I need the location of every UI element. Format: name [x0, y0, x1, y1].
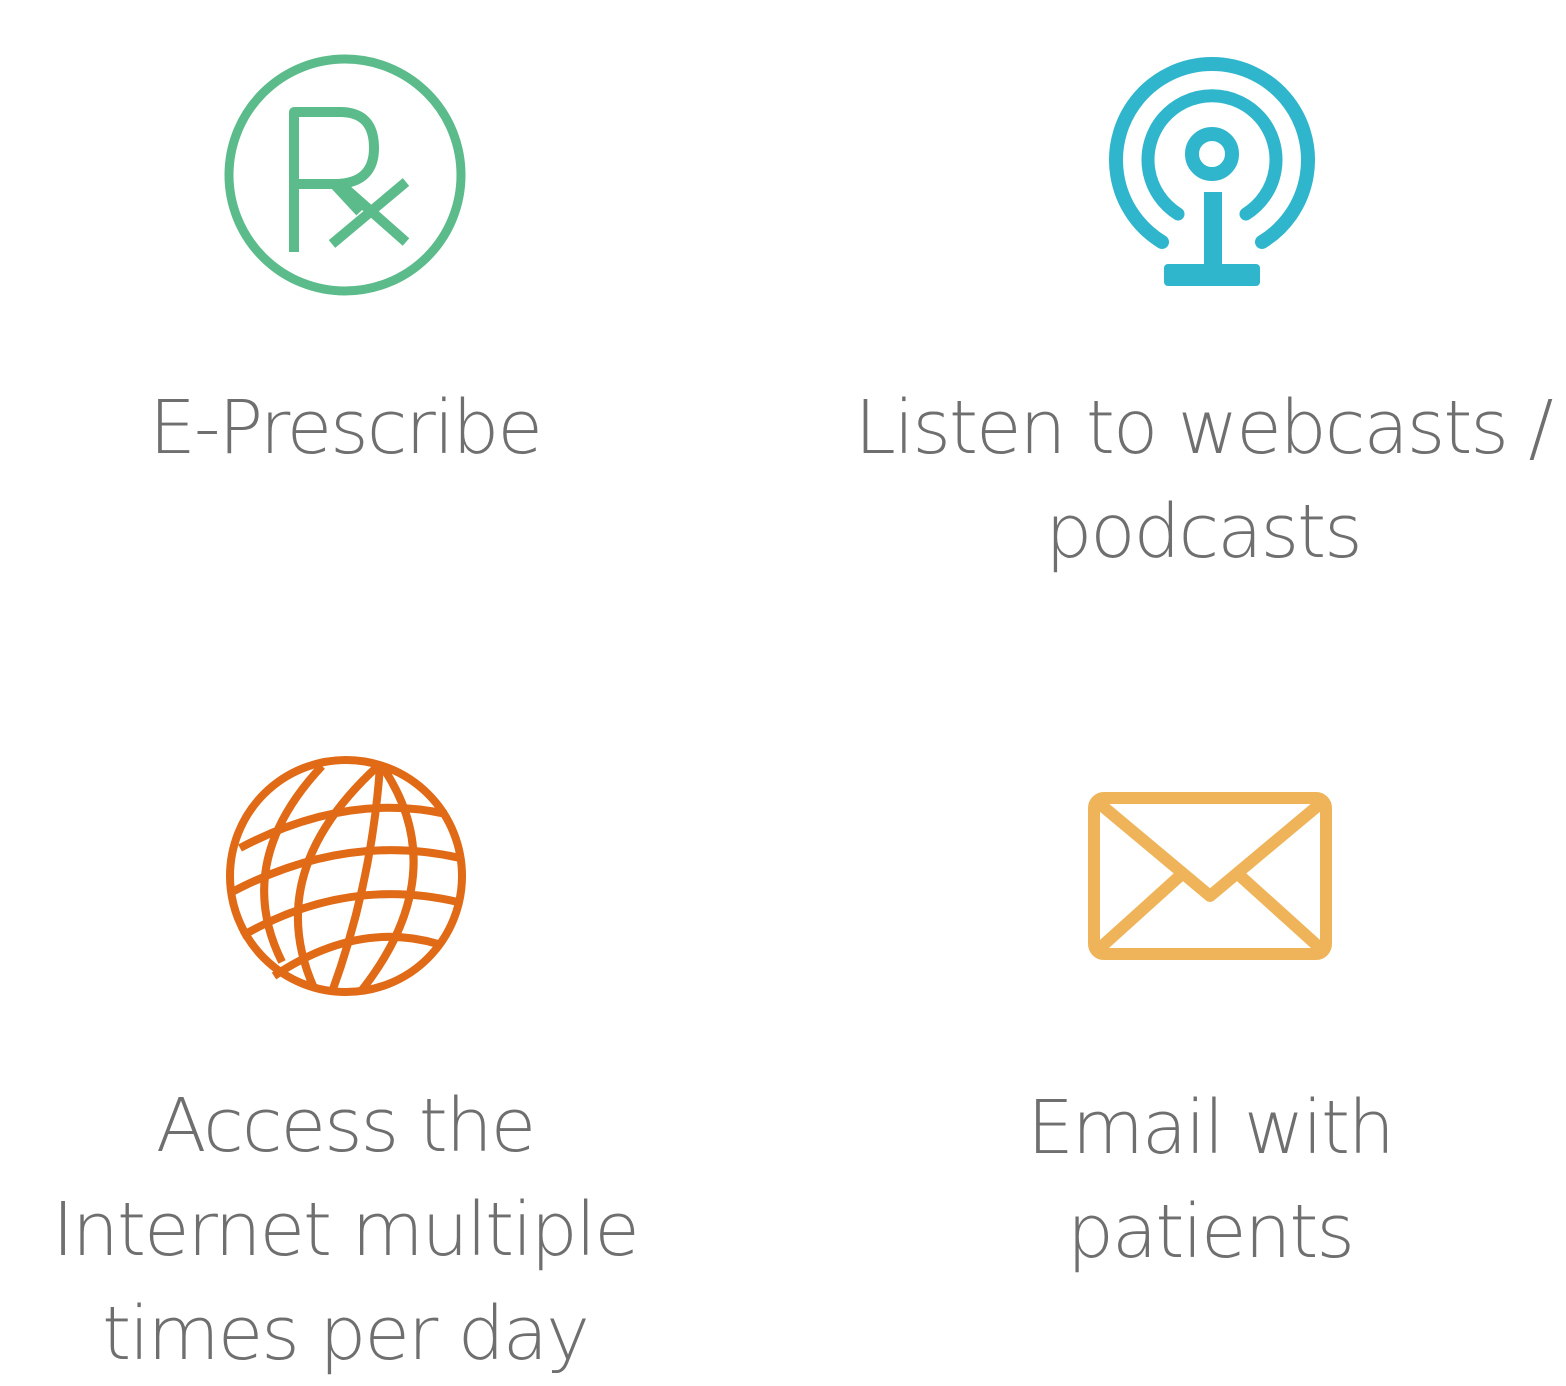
label-line: Email with [1027, 1085, 1395, 1171]
broadcast-tower-icon [1106, 52, 1318, 292]
label-line: Access the [155, 1083, 536, 1169]
label-line: Internet multiple [52, 1187, 640, 1273]
label-line: patients [1067, 1189, 1355, 1275]
rx-icon [222, 52, 468, 298]
label-line: E-Prescribe [149, 385, 543, 471]
envelope-icon [1086, 790, 1334, 962]
label-line: times per day [102, 1291, 590, 1377]
globe-icon [222, 752, 470, 1000]
label-line: podcasts [1045, 489, 1362, 575]
label-line: Listen to webcasts / [854, 385, 1554, 471]
